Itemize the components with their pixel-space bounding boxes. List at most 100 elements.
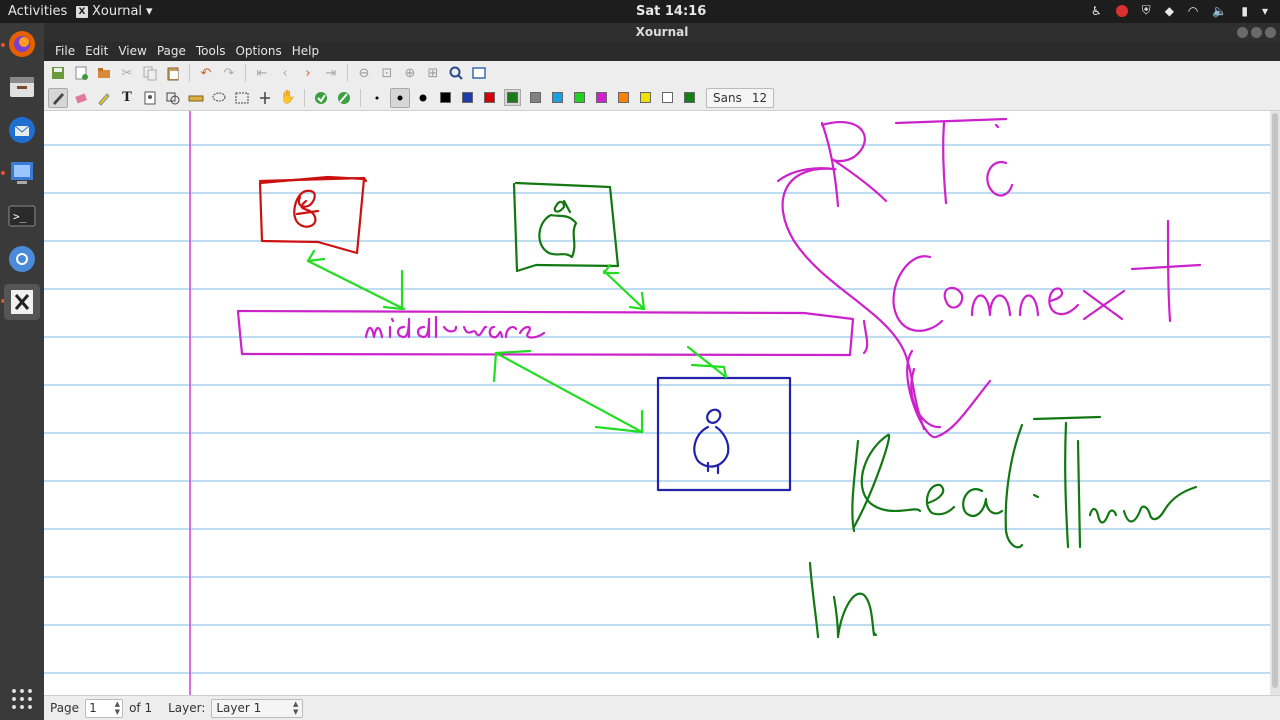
color-palette <box>438 89 697 106</box>
xournal-icon[interactable] <box>4 284 40 320</box>
new-page-icon[interactable] <box>71 63 91 83</box>
cut-icon[interactable]: ✂ <box>117 63 137 83</box>
spinner-arrows-icon[interactable]: ▲ ▼ <box>115 700 120 716</box>
shape-recognizer-icon[interactable] <box>163 88 183 108</box>
layer-label: Layer: <box>168 701 206 715</box>
color-swatch-fill <box>462 92 473 103</box>
image-tool-icon[interactable] <box>140 88 160 108</box>
zoom-in-icon[interactable]: ⊞ <box>423 63 443 83</box>
tools-toolbar: T ✋ Sans 12 <box>44 85 1280 111</box>
zoom-100-icon[interactable]: ⊕ <box>400 63 420 83</box>
eraser-tool-icon[interactable] <box>71 88 91 108</box>
close-icon[interactable] <box>1265 27 1276 38</box>
files-icon[interactable] <box>4 69 40 105</box>
zoom-search-icon[interactable] <box>446 63 466 83</box>
maximize-icon[interactable] <box>1251 27 1262 38</box>
clock[interactable]: Sat 14:16 <box>636 4 706 19</box>
thunderbird-icon[interactable] <box>4 112 40 148</box>
color-swatch-fill <box>684 92 695 103</box>
color-swatch[interactable] <box>438 90 453 105</box>
terminal-icon[interactable]: >_ <box>4 198 40 234</box>
pen-tool-icon[interactable] <box>48 87 68 108</box>
toolbar-separator <box>304 88 305 107</box>
text-tool-icon[interactable]: T <box>117 88 137 108</box>
menu-tools[interactable]: Tools <box>191 42 231 61</box>
thickness-fine-icon[interactable] <box>367 88 387 108</box>
minimize-icon[interactable] <box>1237 27 1248 38</box>
shield-icon[interactable]: ⛨ <box>1142 3 1151 18</box>
default-pen-icon[interactable] <box>334 88 354 108</box>
redo-icon[interactable]: ↷ <box>219 63 239 83</box>
power-menu-icon[interactable]: ▾ <box>1262 4 1268 18</box>
volume-icon[interactable]: 🔈 <box>1212 4 1227 18</box>
color-swatch[interactable] <box>616 90 631 105</box>
default-tool-icon[interactable] <box>311 88 331 108</box>
window-title: Xournal <box>635 25 689 39</box>
open-icon[interactable] <box>94 63 114 83</box>
menu-file[interactable]: File <box>50 42 80 61</box>
notebook-page[interactable] <box>44 111 1270 695</box>
color-swatch[interactable] <box>594 90 609 105</box>
color-swatch[interactable] <box>460 90 475 105</box>
dropbox-icon[interactable]: ◆ <box>1165 4 1174 18</box>
page-label: Page <box>50 701 80 715</box>
app-menu[interactable]: X Xournal ▾ <box>76 4 153 19</box>
color-swatch[interactable] <box>482 90 497 105</box>
hand-tool-icon[interactable]: ✋ <box>278 88 298 108</box>
show-applications-icon[interactable] <box>4 681 40 717</box>
menu-bar: File Edit View Page Tools Options Help <box>44 42 1280 61</box>
zoom-out-icon[interactable]: ⊖ <box>354 63 374 83</box>
font-button[interactable]: Sans 12 <box>706 87 775 108</box>
color-swatch[interactable] <box>638 90 653 105</box>
menu-help[interactable]: Help <box>287 42 324 61</box>
handwritten-drawing <box>44 111 1270 695</box>
battery-icon[interactable]: ▮ <box>1241 4 1248 18</box>
activities-button[interactable]: Activities <box>8 4 67 19</box>
thickness-medium-icon[interactable] <box>390 87 410 108</box>
chromium-icon[interactable] <box>4 241 40 277</box>
ruler-icon[interactable] <box>186 88 206 108</box>
svg-text:>_: >_ <box>13 210 27 223</box>
menu-edit[interactable]: Edit <box>80 42 113 61</box>
save-icon[interactable] <box>48 63 68 83</box>
menu-view[interactable]: View <box>113 42 151 61</box>
thickness-thick-icon[interactable] <box>413 88 433 108</box>
status-bar: Page 1 ▲ ▼ of 1 Layer: Layer 1 ▲ ▼ <box>44 695 1280 720</box>
window-titlebar[interactable]: Xournal <box>44 23 1280 42</box>
zoom-fit-icon[interactable]: ⊡ <box>377 63 397 83</box>
copy-icon[interactable] <box>140 63 160 83</box>
rect-select-icon[interactable] <box>232 88 252 108</box>
select-arrows-icon: ▲ ▼ <box>292 699 299 716</box>
screenshot-tool-icon[interactable] <box>4 155 40 191</box>
color-swatch[interactable] <box>572 90 587 105</box>
fullscreen-icon[interactable] <box>469 63 489 83</box>
firefox-icon[interactable] <box>4 26 40 62</box>
color-swatch[interactable] <box>550 90 565 105</box>
red-node-sketch <box>258 175 368 255</box>
highlighter-tool-icon[interactable] <box>94 88 114 108</box>
record-indicator-icon[interactable] <box>1115 4 1128 17</box>
page-number-spinner[interactable]: 1 ▲ ▼ <box>85 698 124 718</box>
color-swatch[interactable] <box>682 90 697 105</box>
lasso-select-icon[interactable] <box>209 88 229 108</box>
layer-select[interactable]: Layer 1 ▲ ▼ <box>211 698 304 718</box>
color-swatch-fill <box>618 92 629 103</box>
accessibility-icon[interactable]: ♿ <box>1091 4 1102 18</box>
previous-page-icon[interactable]: ‹ <box>275 63 295 83</box>
color-swatch[interactable] <box>504 89 521 106</box>
menu-options[interactable]: Options <box>230 42 286 61</box>
vertical-space-icon[interactable] <box>255 88 275 108</box>
vertical-scrollbar[interactable] <box>1270 111 1280 695</box>
menu-page[interactable]: Page <box>152 42 191 61</box>
color-swatch-fill <box>662 92 673 103</box>
first-page-icon[interactable]: ⇤ <box>252 63 272 83</box>
color-swatch[interactable] <box>660 90 675 105</box>
undo-icon[interactable]: ↶ <box>196 63 216 83</box>
toolbar-separator <box>347 64 348 82</box>
color-swatch[interactable] <box>528 90 543 105</box>
last-page-icon[interactable]: ⇥ <box>321 63 341 83</box>
next-page-icon[interactable]: › <box>298 63 318 83</box>
scrollbar-thumb[interactable] <box>1272 113 1278 688</box>
wifi-icon[interactable]: ◠ <box>1188 4 1198 18</box>
paste-icon[interactable] <box>163 63 183 83</box>
